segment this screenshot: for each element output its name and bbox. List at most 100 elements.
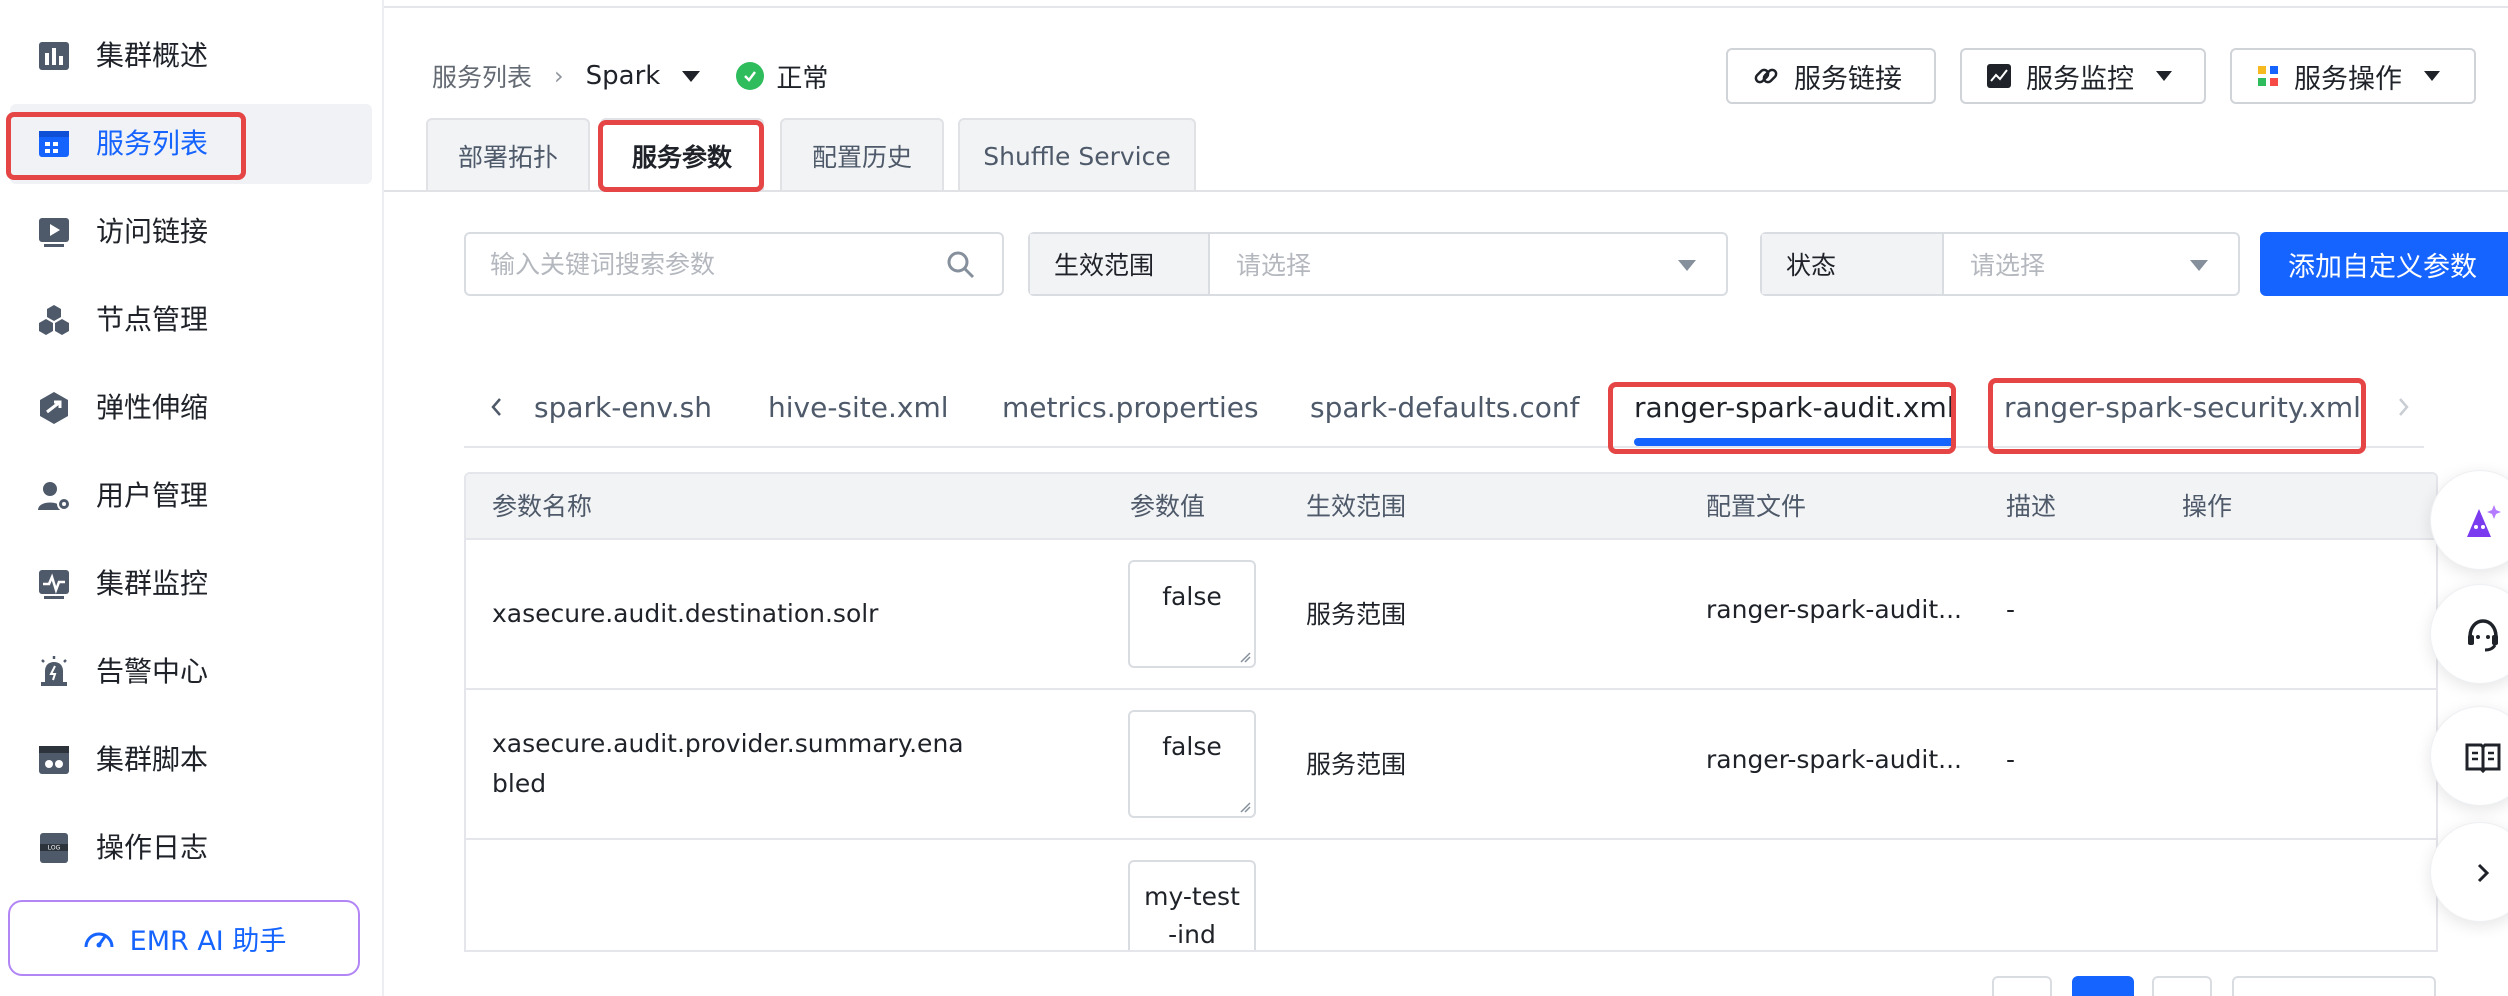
- sidebar-item-node-management[interactable]: 节点管理: [10, 280, 372, 360]
- service-selector[interactable]: Spark: [586, 61, 661, 91]
- expand-panel-button[interactable]: [2430, 822, 2508, 922]
- resize-handle-icon[interactable]: [1239, 651, 1251, 663]
- service-monitor-button[interactable]: 服务监控: [1960, 48, 2206, 104]
- book-icon: [2465, 743, 2501, 774]
- service-list-icon: [39, 131, 69, 157]
- sidebar-item-label: 集群概述: [96, 39, 209, 72]
- param-value-input[interactable]: my-test-ind: [1128, 860, 1256, 950]
- service-status: 正常: [736, 58, 828, 95]
- bar-chart-icon: [39, 42, 69, 70]
- sidebar-item-cluster-script[interactable]: 集群脚本: [10, 720, 372, 800]
- sidebar-item-label: 操作日志: [96, 831, 209, 864]
- param-value-input[interactable]: false: [1128, 710, 1256, 818]
- monitor-icon: [39, 570, 69, 599]
- sidebar-item-access-link[interactable]: 访问链接: [10, 192, 372, 272]
- tab-config-history[interactable]: 配置历史: [780, 118, 944, 192]
- breadcrumb-root-link[interactable]: 服务列表: [432, 58, 532, 94]
- chevron-right-icon[interactable]: [2394, 392, 2414, 422]
- param-file: ranger-spark-audit...: [1706, 745, 1963, 774]
- file-tabs-divider: [464, 446, 2424, 448]
- sidebar-item-alarm-center[interactable]: 告警中心: [10, 632, 372, 712]
- table-row: my-test-ind: [466, 840, 2436, 950]
- param-desc: -: [2006, 595, 2016, 624]
- file-tab-ranger-spark-security[interactable]: ranger-spark-security.xml: [2004, 380, 2361, 450]
- link-icon: [1754, 68, 1778, 84]
- pagination-next[interactable]: [2152, 976, 2212, 996]
- emr-ai-assistant-button[interactable]: EMR AI 助手: [8, 900, 360, 976]
- svg-text:LOG: LOG: [48, 845, 61, 852]
- param-value-text: false: [1162, 732, 1222, 761]
- access-link-icon: [39, 218, 69, 247]
- sidebar-item-label: 访问链接: [96, 215, 209, 248]
- sidebar-item-operation-log[interactable]: LOG 操作日志: [10, 808, 372, 888]
- params-table: 参数名称 参数值 生效范围 配置文件 描述 操作 xasecure.audit.…: [464, 472, 2438, 952]
- caret-down-icon[interactable]: [682, 70, 701, 82]
- search-input[interactable]: [490, 234, 930, 294]
- search-icon[interactable]: [946, 250, 976, 280]
- monitor-chart-icon: [1987, 64, 2011, 88]
- sidebar-item-service-list[interactable]: 服务列表: [10, 104, 372, 184]
- sidebar-item-auto-scaling[interactable]: 弹性伸缩: [10, 368, 372, 448]
- file-tab-spark-env[interactable]: spark-env.sh: [534, 380, 712, 450]
- ai-agent-float-button[interactable]: [2430, 470, 2508, 570]
- param-scope: 服务范围: [1306, 750, 1407, 779]
- sidebar-item-user-management[interactable]: 用户管理: [10, 456, 372, 536]
- auto-scaling-icon: [40, 392, 68, 424]
- ai-assistant-label: EMR AI 助手: [129, 925, 287, 957]
- service-link-label: 服务链接: [1794, 63, 1902, 95]
- param-value-text: my-test-ind: [1144, 882, 1240, 949]
- scope-select-value[interactable]: 请选择: [1210, 234, 1726, 294]
- param-name: xasecure.audit.destination.solr: [492, 599, 879, 628]
- top-divider: [384, 6, 2508, 8]
- file-tab-spark-defaults[interactable]: spark-defaults.conf: [1310, 380, 1580, 450]
- status-placeholder: 请选择: [1970, 251, 2046, 280]
- status-label: 状态: [1762, 234, 1944, 294]
- sidebar-item-cluster-overview[interactable]: 集群概述: [10, 16, 372, 96]
- sidebar-item-label: 节点管理: [96, 303, 209, 336]
- sidebar-item-cluster-monitor[interactable]: 集群监控: [10, 544, 372, 624]
- ai-spark-icon: [2467, 505, 2501, 537]
- pagination-page-size[interactable]: [2232, 976, 2436, 996]
- col-param-value: 参数值: [1130, 492, 1206, 521]
- col-config-file: 配置文件: [1706, 492, 1807, 521]
- param-desc: -: [2006, 745, 2016, 774]
- scope-select[interactable]: 生效范围 请选择: [1028, 232, 1728, 296]
- sidebar-item-label: 告警中心: [96, 655, 209, 688]
- chevron-right-icon: [2477, 863, 2490, 883]
- script-icon: [39, 746, 69, 774]
- add-custom-param-button[interactable]: 添加自定义参数: [2260, 232, 2508, 296]
- service-link-button[interactable]: 服务链接: [1726, 48, 1936, 104]
- service-monitor-label: 服务监控: [2026, 63, 2134, 95]
- alarm-icon: [41, 656, 67, 686]
- service-ops-button[interactable]: 服务操作: [2230, 48, 2476, 104]
- tab-service-params[interactable]: 服务参数: [600, 118, 764, 192]
- caret-down-icon: [2424, 71, 2440, 81]
- col-description: 描述: [2006, 492, 2057, 521]
- scope-label: 生效范围: [1030, 234, 1210, 294]
- breadcrumb: 服务列表 › Spark 正常: [432, 58, 828, 94]
- tab-shuffle-service[interactable]: Shuffle Service: [958, 118, 1196, 192]
- status-select-value[interactable]: 请选择: [1944, 234, 2238, 294]
- table-row: xasecure.audit.destination.solr false 服务…: [466, 540, 2436, 690]
- chevron-right-icon: ›: [554, 62, 564, 90]
- sidebar-item-label: 用户管理: [96, 479, 209, 512]
- caret-down-icon: [2190, 260, 2208, 271]
- pagination-prev[interactable]: [1992, 976, 2052, 996]
- docs-button[interactable]: [2430, 706, 2508, 806]
- pagination-page-current[interactable]: [2072, 976, 2134, 996]
- resize-handle-icon[interactable]: [1239, 801, 1251, 813]
- sidebar: 集群概述 服务列表 访问链接 节点管理 弹性伸缩 用户管理 集群监控 告警中心 …: [0, 0, 384, 996]
- sidebar-item-label: 服务列表: [96, 127, 209, 160]
- table-row: xasecure.audit.provider.summary.enabled …: [466, 690, 2436, 840]
- param-value-input[interactable]: false: [1128, 560, 1256, 668]
- file-tab-metrics-properties[interactable]: metrics.properties: [1002, 380, 1259, 450]
- active-tab-indicator: [1634, 438, 1955, 446]
- log-icon: LOG: [40, 833, 68, 863]
- customer-service-button[interactable]: [2430, 584, 2508, 684]
- tab-deployment-topology[interactable]: 部署拓扑: [426, 118, 590, 192]
- param-file: ranger-spark-audit...: [1706, 595, 1963, 624]
- status-select[interactable]: 状态 请选择: [1760, 232, 2240, 296]
- caret-down-icon: [1678, 260, 1696, 271]
- file-tab-hive-site[interactable]: hive-site.xml: [768, 380, 949, 450]
- col-scope: 生效范围: [1306, 492, 1407, 521]
